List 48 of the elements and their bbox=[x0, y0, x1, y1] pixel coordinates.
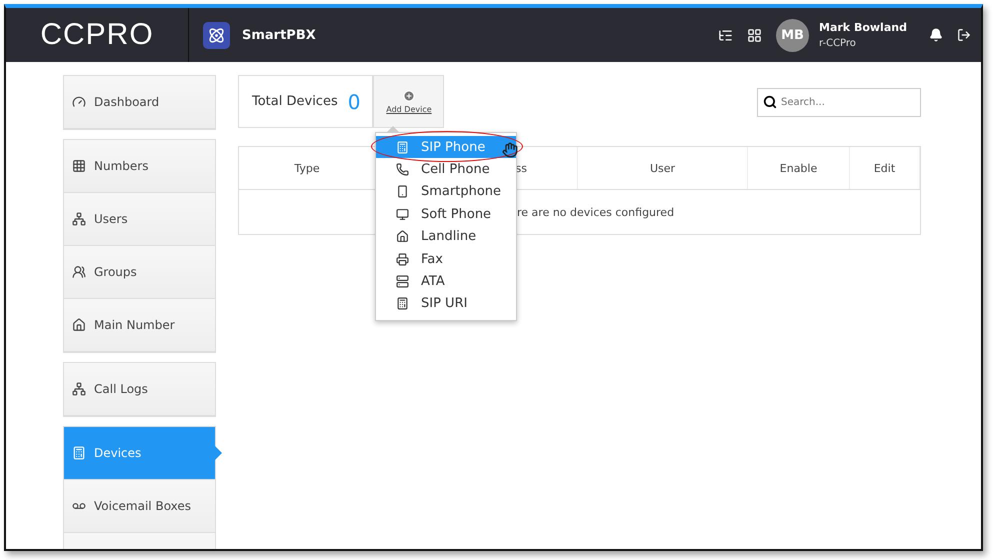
sidebar-item-icon bbox=[72, 159, 86, 173]
empty-message: re are no devices configured bbox=[517, 206, 674, 218]
device-icon bbox=[396, 163, 409, 176]
sidebar-item-icon bbox=[72, 446, 86, 460]
atom-icon bbox=[203, 22, 230, 48]
user-avatar[interactable]: MB bbox=[776, 18, 809, 52]
sidebar-item[interactable]: Numbers bbox=[64, 140, 215, 193]
menu-item[interactable]: Soft Phone bbox=[376, 203, 516, 226]
device-icon bbox=[396, 230, 409, 244]
device-icon bbox=[396, 140, 409, 154]
menu-item[interactable]: Landline bbox=[376, 226, 516, 248]
add-device-button[interactable]: Add Device bbox=[373, 75, 444, 128]
user-name: Mark Bowland bbox=[819, 21, 908, 34]
column-header: Edit bbox=[850, 147, 920, 189]
notifications-icon[interactable] bbox=[929, 28, 943, 42]
device-count: 0 bbox=[348, 90, 360, 114]
hand-cursor-icon bbox=[502, 142, 518, 158]
logout-icon[interactable] bbox=[957, 28, 971, 42]
sidebar-item[interactable]: Users bbox=[64, 193, 215, 246]
device-icon bbox=[396, 297, 409, 310]
app-name: SmartPBX bbox=[242, 28, 316, 42]
account-name: r-CCPro bbox=[819, 38, 857, 49]
sidebar-item[interactable]: Main Number bbox=[64, 299, 215, 352]
device-icon bbox=[396, 252, 409, 266]
sidebar-item-icon bbox=[72, 265, 86, 279]
total-devices-label: Total Devices bbox=[252, 94, 338, 109]
search-field[interactable]: Search... bbox=[757, 88, 921, 117]
menu-item[interactable]: SIP URI bbox=[376, 292, 516, 316]
sidebar-item-icon bbox=[72, 318, 86, 332]
sidebar-item-icon bbox=[72, 212, 86, 226]
device-icon bbox=[396, 275, 409, 288]
menu-item[interactable]: Cell Phone bbox=[376, 158, 516, 181]
hierarchy-icon[interactable] bbox=[718, 28, 733, 42]
sidebar-item[interactable]: Voicemail Boxes bbox=[64, 480, 215, 533]
device-icon bbox=[396, 185, 409, 198]
menu-item[interactable]: Fax bbox=[376, 248, 516, 270]
menu-item[interactable]: ATA bbox=[376, 270, 516, 293]
plus-icon bbox=[402, 90, 415, 102]
device-icon bbox=[396, 208, 409, 221]
column-header: User bbox=[578, 147, 748, 189]
sidebar-item[interactable]: Dashboard bbox=[64, 76, 215, 129]
sidebar-item-icon bbox=[72, 95, 86, 109]
sidebar-item[interactable]: Call Logs bbox=[64, 363, 215, 416]
ccpro-logo: CCPRO bbox=[40, 18, 154, 52]
sidebar-item[interactable]: Groups bbox=[64, 246, 215, 299]
sidebar-item-icon bbox=[72, 382, 86, 396]
apps-grid-icon[interactable] bbox=[747, 28, 762, 42]
column-header: Enable bbox=[748, 147, 850, 189]
